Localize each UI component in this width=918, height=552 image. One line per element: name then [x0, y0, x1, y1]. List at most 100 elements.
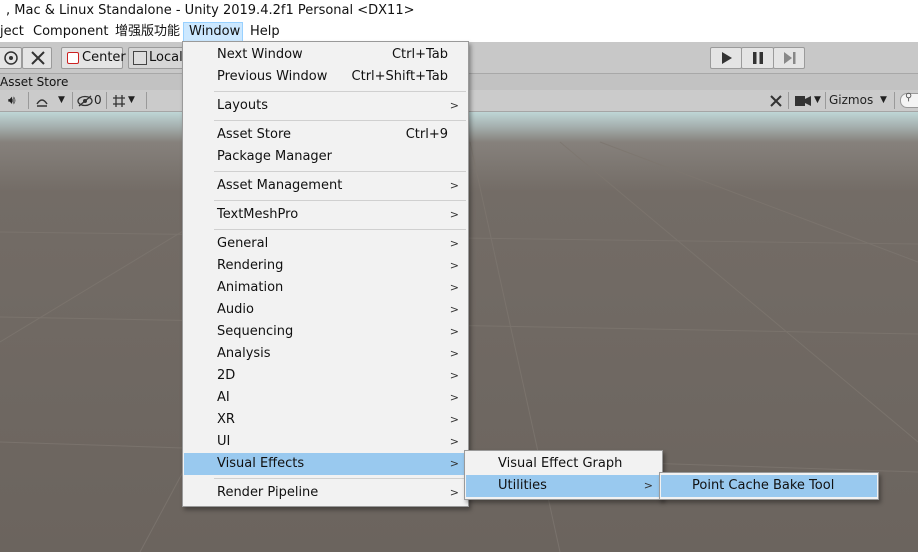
visual-effects-submenu: Visual Effect Graph Utilities > [464, 450, 663, 500]
menu-item-label: Previous Window [217, 69, 328, 84]
menu-enhanced-features[interactable]: 增强版功能 [115, 22, 180, 42]
menu-item-render-pipeline[interactable]: Render Pipeline > [184, 482, 467, 504]
chevron-right-icon: > [449, 457, 459, 470]
chevron-right-icon: > [449, 259, 459, 272]
menu-item-2d[interactable]: 2D > [184, 365, 467, 387]
menu-separator [214, 478, 466, 479]
menu-item-package-manager[interactable]: Package Manager [184, 146, 467, 168]
menu-item-visual-effects[interactable]: Visual Effects > [184, 453, 467, 475]
pivot-local-icon [133, 51, 147, 65]
menu-item-label: Layouts [217, 98, 268, 113]
grid-dropdown-chevron-icon[interactable]: ▼ [128, 91, 135, 110]
gizmos-dropdown-chevron-icon[interactable]: ▼ [880, 91, 887, 110]
camera-dropdown-chevron-icon[interactable]: ▼ [814, 91, 821, 110]
toolbar-divider [788, 92, 789, 109]
menu-item-label: Rendering [217, 258, 284, 273]
toolbar-divider [28, 92, 29, 109]
menu-item-label: Utilities [498, 478, 547, 493]
menu-item-label: Sequencing [217, 324, 294, 339]
menu-item-label: Next Window [217, 47, 303, 62]
chevron-right-icon: > [449, 237, 459, 250]
menu-item-shortcut: Ctrl+9 [405, 127, 448, 142]
tools-icon[interactable] [769, 91, 783, 110]
toolbar-divider [825, 92, 826, 109]
menu-item-audio[interactable]: Audio > [184, 299, 467, 321]
menu-item-asset-store[interactable]: Asset Store Ctrl+9 [184, 124, 467, 146]
title-bar: , Mac & Linux Standalone - Unity 2019.4.… [0, 0, 918, 22]
pause-button[interactable] [741, 47, 774, 69]
transform-tool-icon [31, 51, 45, 65]
pivot-local-toggle[interactable]: Local [128, 47, 184, 69]
menu-window[interactable]: Window [183, 22, 243, 42]
menu-help[interactable]: Help [250, 22, 280, 42]
step-icon [784, 52, 796, 64]
pivot-center-toggle[interactable]: Center [61, 47, 126, 69]
effects-dropdown-chevron-icon[interactable]: ▼ [58, 91, 65, 110]
menu-item-label: General [217, 236, 269, 251]
hidden-objects-count: 0 [94, 93, 102, 107]
gizmos-button[interactable]: Gizmos [829, 91, 873, 110]
menu-item-visual-effect-graph[interactable]: Visual Effect Graph [466, 453, 661, 475]
menu-item-ai[interactable]: AI > [184, 387, 467, 409]
menu-item-layouts[interactable]: Layouts > [184, 95, 467, 117]
menu-item-label: Asset Management [217, 178, 343, 193]
camera-icon[interactable] [795, 91, 811, 110]
menu-item-analysis[interactable]: Analysis > [184, 343, 467, 365]
toolbar-divider [894, 92, 895, 109]
play-button[interactable] [710, 47, 742, 69]
menu-item-label: Package Manager [217, 149, 333, 164]
chevron-right-icon: > [449, 391, 459, 404]
menu-component[interactable]: Component [33, 22, 108, 42]
toolbar-divider [72, 92, 73, 109]
chevron-right-icon: > [643, 479, 653, 492]
menu-item-asset-management[interactable]: Asset Management > [184, 175, 467, 197]
effects-toggle-icon[interactable] [35, 91, 49, 110]
chevron-right-icon: > [449, 347, 459, 360]
menu-separator [214, 229, 466, 230]
menu-item-xr[interactable]: XR > [184, 409, 467, 431]
menu-item-textmeshpro[interactable]: TextMeshPro > [184, 204, 467, 226]
asset-store-tab[interactable]: Asset Store [0, 74, 68, 90]
chevron-right-icon: > [449, 325, 459, 338]
rect-tool-button[interactable] [0, 47, 22, 69]
menu-item-utilities[interactable]: Utilities > [466, 475, 661, 497]
menu-item-ui[interactable]: UI > [184, 431, 467, 453]
toolbar-divider [106, 92, 107, 109]
menu-project[interactable]: ject [0, 22, 24, 42]
menu-item-label: UI [217, 434, 231, 449]
grid-toggle-icon[interactable] [112, 91, 126, 110]
toolbar-divider [146, 92, 147, 109]
menu-separator [214, 91, 466, 92]
menu-item-previous-window[interactable]: Previous Window Ctrl+Shift+Tab [184, 66, 467, 88]
menu-item-label: Analysis [217, 346, 271, 361]
menu-item-next-window[interactable]: Next Window Ctrl+Tab [184, 44, 467, 66]
chevron-right-icon: > [449, 369, 459, 382]
transform-tool-button[interactable] [22, 47, 52, 69]
chevron-right-icon: > [449, 486, 459, 499]
utilities-submenu: Point Cache Bake Tool [659, 472, 879, 500]
menu-item-label: Visual Effects [217, 456, 305, 471]
menu-item-point-cache-bake-tool[interactable]: Point Cache Bake Tool [661, 475, 877, 497]
menu-item-label: Visual Effect Graph [498, 456, 623, 471]
menu-item-label: Animation [217, 280, 284, 295]
search-icon: ⚲ [905, 92, 913, 103]
chevron-right-icon: > [449, 303, 459, 316]
menu-item-general[interactable]: General > [184, 233, 467, 255]
menu-item-sequencing[interactable]: Sequencing > [184, 321, 467, 343]
menu-item-animation[interactable]: Animation > [184, 277, 467, 299]
pivot-center-label: Center [82, 50, 126, 65]
scene-search-input[interactable]: ⚲ [900, 92, 918, 108]
menu-bar: ject Component 增强版功能 Window Help [0, 22, 918, 42]
menu-item-rendering[interactable]: Rendering > [184, 255, 467, 277]
menu-item-shortcut: Ctrl+Tab [391, 47, 448, 62]
menu-item-label: Audio [217, 302, 254, 317]
audio-toggle-icon[interactable]: 🔊︎ [8, 91, 16, 110]
chevron-right-icon: > [449, 208, 459, 221]
chevron-right-icon: > [449, 99, 459, 112]
window-title: , Mac & Linux Standalone - Unity 2019.4.… [6, 3, 415, 18]
pause-icon [753, 52, 763, 64]
menu-separator [214, 200, 466, 201]
step-button[interactable] [773, 47, 805, 69]
hidden-objects-eye-icon[interactable] [77, 91, 93, 110]
menu-separator [214, 120, 466, 121]
